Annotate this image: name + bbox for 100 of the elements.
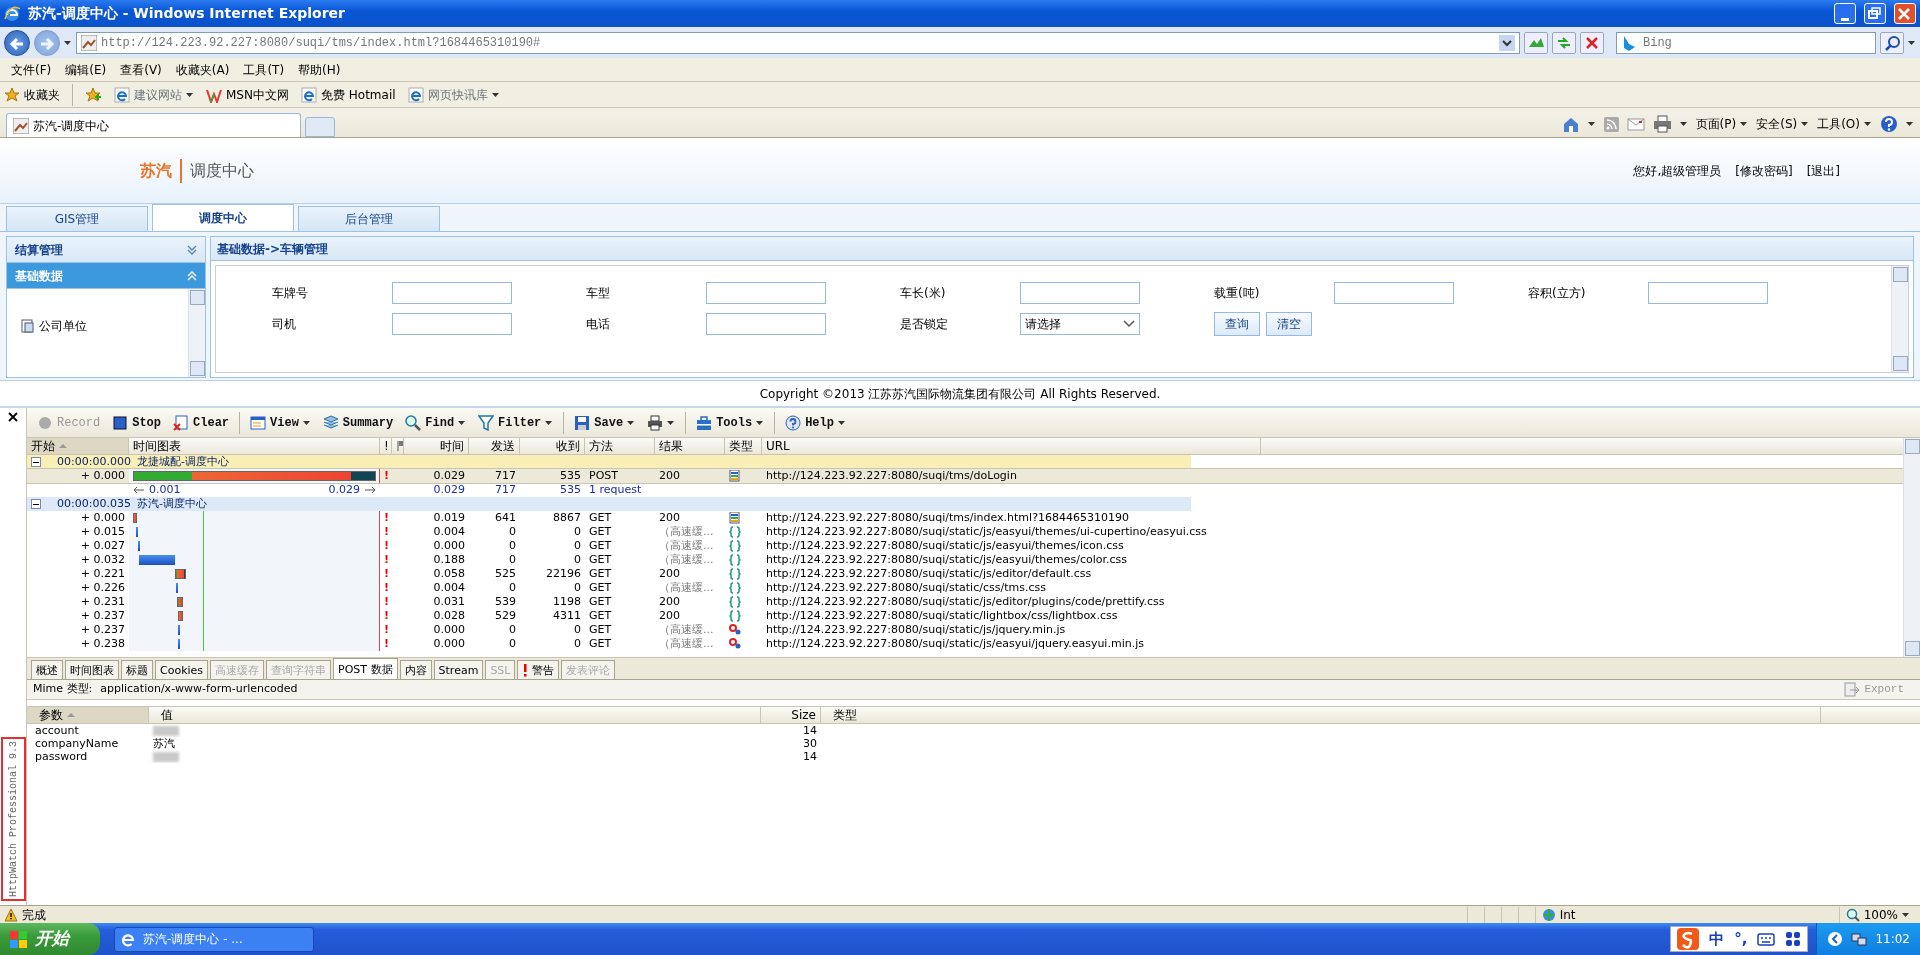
menu-item[interactable]: 工具(T)	[236, 58, 292, 81]
input-field[interactable]	[1020, 282, 1140, 304]
command-menu[interactable]: 工具(O)	[1817, 115, 1860, 133]
column-header[interactable]: URL	[762, 438, 1261, 454]
search-input[interactable]: Bing	[1641, 32, 1871, 53]
zoom-level[interactable]: 100%	[1863, 905, 1898, 924]
mail-icon[interactable]	[1626, 116, 1645, 132]
expand-icon[interactable]	[187, 243, 197, 256]
scrollbar[interactable]	[1903, 438, 1920, 657]
favorites-button[interactable]: 收藏夹	[24, 85, 60, 104]
start-button[interactable]: 开始	[0, 923, 100, 955]
column-header[interactable]: 发送	[469, 438, 520, 454]
compat-view-button[interactable]	[1524, 31, 1548, 54]
menu-item[interactable]: 编辑(E)	[58, 58, 114, 81]
menu-item[interactable]: 帮助(H)	[291, 58, 348, 81]
scrollbar[interactable]	[188, 289, 205, 377]
nav-tab[interactable]: 调度中心	[152, 204, 294, 231]
menu-item[interactable]: 查看(V)	[113, 58, 169, 81]
ime-punctuation[interactable]: °,	[1734, 927, 1748, 951]
column-header[interactable]: !	[380, 438, 392, 454]
browser-tab[interactable]: 苏汽-调度中心	[6, 113, 301, 137]
collapse-icon[interactable]	[187, 269, 197, 282]
dropdown-caret-icon[interactable]	[1499, 34, 1515, 51]
request-row[interactable]: + 0.000 ! 0.019 641 8867 GET 200 http://124.223.92.227:8080/suqi/tms/index.html?1684465310190	[27, 511, 1903, 525]
column-header[interactable]: 开始	[27, 438, 129, 454]
request-row[interactable]: + 0.032 ! 0.188 0 0 GET （高速缓... http://124.223.92.227:8080/suqi/static/js/easyui/themes/color.css	[27, 553, 1903, 567]
caret-icon[interactable]	[1902, 910, 1910, 919]
search-field[interactable]: Bing	[1616, 31, 1876, 54]
favorite-link[interactable]: 免费 Hotmail	[320, 85, 396, 104]
toolbar-button[interactable]: Clear	[167, 411, 236, 434]
back-button[interactable]	[4, 29, 30, 56]
column-header[interactable]: 类型	[821, 707, 1821, 723]
request-row[interactable]: + 0.027 ! 0.000 0 0 GET （高速缓... http://124.223.92.227:8080/suqi/static/js/easyui/themes/icon.css	[27, 539, 1903, 553]
request-row[interactable]: + 0.238 ! 0.000 0 0 GET （高速缓... http://124.223.92.227:8080/suqi/static/js/easyui/jquery.easyui.min.js	[27, 637, 1903, 651]
column-header[interactable]: 时间图表	[129, 438, 380, 454]
toolbar-button[interactable]: Stop	[106, 411, 168, 434]
caret-icon[interactable]	[1679, 120, 1688, 128]
search-button[interactable]	[1880, 31, 1904, 54]
request-row[interactable]: + 0.000 ! 0.029 717 535 POST 200 http://124.223.92.227:8080/suqi/tms/doLogin	[27, 469, 1903, 483]
input-field[interactable]	[1648, 282, 1768, 304]
collapse-toggle[interactable]	[31, 457, 41, 467]
request-row[interactable]: + 0.237 ! 0.000 0 0 GET （高速缓... http://124.223.92.227:8080/suqi/static/js/jquery.min.js	[27, 623, 1903, 637]
restore-button[interactable]	[1864, 3, 1886, 24]
close-button[interactable]	[8, 412, 18, 422]
select-field[interactable]: 请选择	[1020, 313, 1140, 335]
param-row[interactable]: account 14	[27, 724, 1920, 737]
favorite-link[interactable]: MSN中文网	[226, 85, 289, 104]
toolbar-button[interactable]: Filter	[472, 411, 560, 434]
network-icon[interactable]	[1851, 931, 1868, 947]
input-field[interactable]	[706, 282, 826, 304]
search-options-caret-icon[interactable]	[1908, 38, 1916, 47]
column-header[interactable]: 结果	[655, 438, 725, 454]
form-button[interactable]: 查询	[1214, 312, 1260, 336]
show-hidden-icon[interactable]	[1827, 931, 1844, 947]
request-row[interactable]: + 0.226 ! 0.004 0 0 GET （高速缓... http://124.223.92.227:8080/suqi/static/css/tms.css	[27, 581, 1903, 595]
column-header[interactable]: 类型	[725, 438, 762, 454]
form-button[interactable]: 清空	[1266, 312, 1312, 336]
param-row[interactable]: companyName 苏汽 30	[27, 737, 1920, 750]
detail-tab[interactable]: 警告	[517, 660, 560, 679]
add-favorite-icon[interactable]	[85, 86, 102, 103]
menu-item[interactable]: 文件(F)	[4, 58, 59, 81]
collapse-toggle[interactable]	[31, 499, 41, 509]
detail-tab[interactable]: Stream	[433, 660, 484, 679]
input-field[interactable]	[706, 313, 826, 335]
minimize-button[interactable]	[1834, 3, 1856, 24]
toolbar-button[interactable]: Help	[779, 411, 852, 434]
caret-icon[interactable]	[1587, 120, 1596, 128]
refresh-button[interactable]	[1552, 31, 1576, 54]
caret-icon[interactable]	[1864, 120, 1872, 128]
caret-icon[interactable]	[1740, 120, 1749, 128]
group-header-row[interactable]: 00:00:00.000 龙捷城配-调度中心	[27, 455, 1191, 469]
input-field[interactable]	[392, 282, 512, 304]
nav-tab[interactable]: GIS管理	[6, 206, 148, 231]
accordion-header[interactable]: 结算管理	[7, 237, 205, 263]
nav-tab[interactable]: 后台管理	[298, 206, 440, 231]
command-menu[interactable]: 页面(P)	[1695, 115, 1737, 133]
toolbar-button[interactable]: Summary	[316, 411, 400, 434]
home-icon[interactable]	[1561, 115, 1580, 133]
taskbar-button[interactable]: 苏汽-调度中心 - ...	[114, 926, 314, 952]
input-field[interactable]	[1334, 282, 1454, 304]
grid-icon[interactable]	[1785, 931, 1802, 947]
menu-item[interactable]: 收藏夹(A)	[168, 58, 237, 81]
detail-tab[interactable]: 内容	[399, 660, 432, 679]
keyboard-icon[interactable]	[1757, 931, 1776, 947]
input-field[interactable]	[392, 313, 512, 335]
toolbar-button[interactable]: View	[244, 411, 317, 434]
detail-tab[interactable]: 标题	[121, 660, 153, 679]
header-link[interactable]: [修改密码]	[1735, 161, 1793, 180]
help-icon[interactable]	[1880, 115, 1898, 133]
ime-mode[interactable]: 中	[1709, 927, 1725, 951]
request-row[interactable]: + 0.015 ! 0.004 0 0 GET （高速缓... http://124.223.92.227:8080/suqi/static/js/easyui/themes/ui-cupertino/easyui.css	[27, 525, 1903, 539]
column-header[interactable]: 方法	[585, 438, 655, 454]
stop-button[interactable]	[1580, 31, 1604, 54]
detail-tab[interactable]: POST 数据	[333, 658, 398, 679]
column-header[interactable]: 收到	[520, 438, 585, 454]
column-header[interactable]: Size	[761, 707, 821, 723]
printer-icon[interactable]	[1652, 115, 1672, 133]
request-row[interactable]: + 0.237 ! 0.028 529 4311 GET 200 http://124.223.92.227:8080/suqi/static/lightbox/css/lightbox.css	[27, 609, 1903, 623]
column-header[interactable]: 时间	[404, 438, 469, 454]
request-row[interactable]: + 0.221 ! 0.058 525 22196 GET 200 http://124.223.92.227:8080/suqi/static/js/editor/default.css	[27, 567, 1903, 581]
